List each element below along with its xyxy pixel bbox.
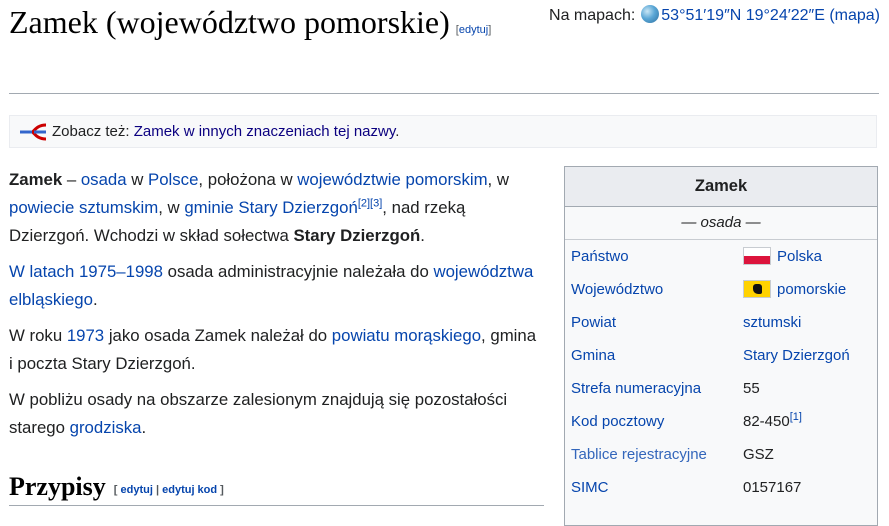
text: .	[141, 418, 147, 437]
bold-title: Zamek	[9, 170, 63, 189]
edit-bracket-open: [	[113, 484, 121, 496]
reference-2[interactable]: [2]	[358, 197, 370, 209]
article-body: Zamek – osada w Polsce, położona w wojew…	[9, 166, 539, 450]
section-edit-links: [ edytuj | edytuj kod ]	[114, 484, 224, 496]
text: –	[62, 170, 81, 189]
link-gmina[interactable]: gminie Stary Dzierzgoń	[184, 198, 357, 217]
text: .	[92, 290, 98, 309]
infobox-row-panstwo: Państwo Polska	[565, 240, 877, 273]
infobox-row-strefa: Strefa numeracyjna 55	[565, 372, 877, 405]
link-powiat[interactable]: powiecie sztumskim	[9, 198, 158, 217]
infobox-row-kod: Kod pocztowy 82-450[1]	[565, 405, 877, 438]
link-grodzisko[interactable]: grodziska	[70, 418, 142, 437]
reference-3[interactable]: [3]	[370, 197, 382, 209]
infobox-label[interactable]: Powiat	[571, 306, 616, 339]
link-polska[interactable]: Polsce	[148, 170, 198, 189]
page-title-text: Zamek (województwo pomorskie)	[9, 4, 450, 40]
infobox-label[interactable]: Gmina	[571, 339, 615, 372]
link-wojewodztwo[interactable]: województwie pomorskim	[297, 170, 487, 189]
section-divider	[9, 505, 544, 506]
paragraph-intro: Zamek – osada w Polsce, położona w wojew…	[9, 166, 539, 250]
infobox-value: 55	[743, 380, 760, 397]
infobox-label[interactable]: Województwo	[571, 273, 663, 306]
infobox-label[interactable]: Kod pocztowy	[571, 405, 664, 438]
infobox-value: 82-450[1]	[743, 405, 802, 438]
infobox-value: GSZ	[743, 446, 774, 463]
section-heading-przypisy: Przypisy [ edytuj | edytuj kod ]	[9, 470, 544, 507]
paragraph-grodzisko: W pobliżu osady na obszarze zalesionym z…	[9, 386, 539, 442]
link-osada[interactable]: osada	[81, 170, 127, 189]
edit-link-wrapper: [edytuj]	[455, 24, 492, 36]
infobox-label[interactable]: SIMC	[571, 471, 609, 504]
infobox: Zamek — osada — Państwo Polska Województ…	[564, 166, 878, 526]
text: jako osada Zamek należał do	[104, 326, 332, 345]
page-title: Zamek (województwo pomorskie) [edytuj]	[9, 2, 509, 44]
infobox-label[interactable]: Strefa numeracyjna	[571, 372, 701, 405]
text: .	[420, 226, 425, 245]
text: , w	[158, 198, 185, 217]
edit-separator: |	[152, 484, 163, 496]
postal-code: 82-450	[743, 413, 790, 430]
bold-solectwo: Stary Dzierzgoń	[293, 226, 421, 245]
infobox-row-gmina: Gmina Stary Dzierzgoń	[565, 339, 877, 372]
paragraph-history: W latach 1975–1998 osada administracyjni…	[9, 258, 539, 314]
infobox-row-powiat: Powiat sztumski	[565, 306, 877, 339]
edit-title-link[interactable]: edytuj	[459, 24, 488, 36]
infobox-value: Polska	[743, 240, 822, 273]
section-edit-link[interactable]: edytuj	[121, 484, 153, 496]
infobox-label[interactable]: Państwo	[571, 240, 629, 273]
section-heading-text: Przypisy	[9, 472, 106, 501]
link-years[interactable]: W latach 1975–1998	[9, 262, 163, 281]
text: , w	[487, 170, 509, 189]
infobox-value-link[interactable]: Stary Dzierzgoń	[743, 339, 850, 372]
text: W roku	[9, 326, 67, 345]
infobox-row-tablice: Tablice rejestracyjne GSZ	[565, 438, 877, 471]
infobox-value-link[interactable]: sztumski	[743, 306, 801, 339]
hatnote-text: Zobacz też: Zamek w innych znaczeniach t…	[52, 116, 399, 147]
edit-bracket-close: ]	[217, 484, 224, 496]
link-powiat-moraski[interactable]: powiatu morąskiego	[332, 326, 481, 345]
link-1973[interactable]: 1973	[67, 326, 104, 345]
coordinates-label: Na mapach:	[549, 7, 636, 24]
infobox-value-link[interactable]: pomorskie	[777, 281, 846, 298]
map-link[interactable]: (mapa)	[829, 7, 880, 24]
hatnote-link[interactable]: Zamek w innych znaczeniach tej nazwy	[134, 123, 396, 140]
infobox-title: Zamek	[565, 167, 877, 207]
title-divider	[9, 93, 879, 94]
infobox-type: — osada —	[565, 207, 877, 240]
disambiguation-icon	[20, 123, 47, 141]
infobox-row-simc: SIMC 0157167	[565, 471, 877, 504]
infobox-row-wojewodztwo: Województwo pomorskie	[565, 273, 877, 306]
poland-flag-icon[interactable]	[743, 247, 771, 265]
section-edit-source-link[interactable]: edytuj kod	[162, 484, 217, 496]
text: , położona w	[198, 170, 298, 189]
infobox-value: pomorskie	[743, 273, 846, 306]
coordinates-link[interactable]: 53°51′19″N 19°24′22″E	[661, 7, 825, 24]
pomorskie-flag-icon[interactable]	[743, 280, 771, 298]
text: osada administracyjnie należała do	[162, 262, 434, 281]
hatnote-prefix: Zobacz też:	[52, 123, 130, 140]
infobox-value-link[interactable]: Polska	[777, 248, 822, 265]
reference-1[interactable]: [1]	[790, 411, 802, 423]
hatnote: Zobacz też: Zamek w innych znaczeniach t…	[9, 115, 877, 148]
text: w	[126, 170, 149, 189]
coordinates: Na mapach: 53°51′19″N 19°24′22″E (mapa)	[549, 5, 880, 25]
paragraph-1973: W roku 1973 jako osada Zamek należał do …	[9, 322, 539, 378]
infobox-value: 0157167	[743, 479, 802, 496]
hatnote-suffix: .	[395, 123, 400, 140]
infobox-label[interactable]: Tablice rejestracyjne	[571, 438, 707, 471]
globe-icon[interactable]	[641, 5, 660, 23]
